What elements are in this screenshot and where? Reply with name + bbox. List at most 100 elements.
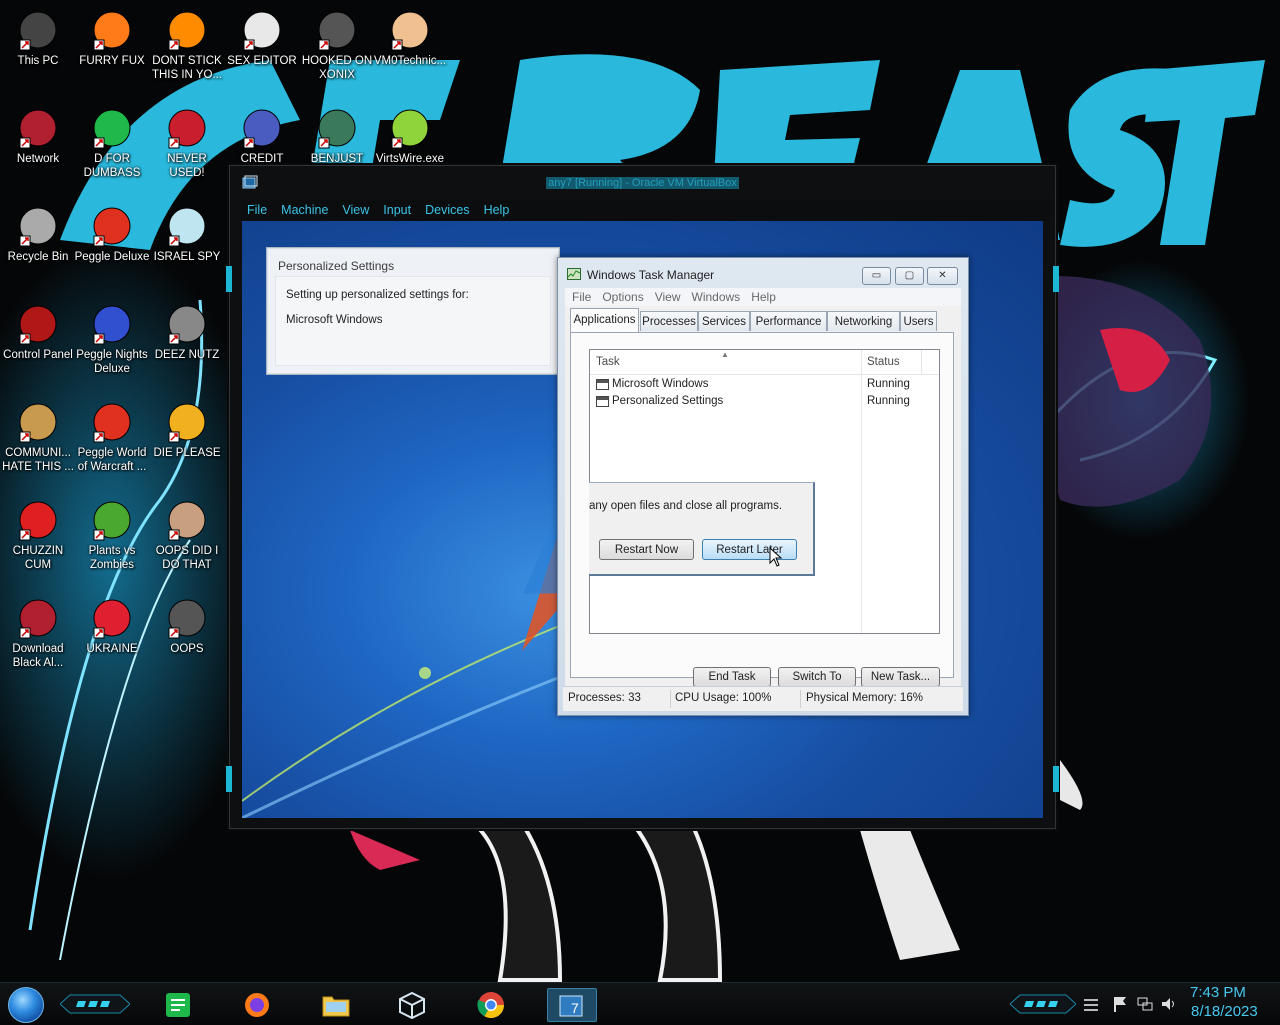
- menu-machine[interactable]: Machine: [281, 203, 328, 217]
- menu-view[interactable]: View: [655, 290, 681, 304]
- end-task-button[interactable]: End Task: [693, 667, 771, 687]
- menu-input[interactable]: Input: [383, 203, 411, 217]
- desktop-icon[interactable]: DEEZ NUTZ: [149, 302, 225, 362]
- switch-to-button[interactable]: Switch To: [778, 667, 856, 687]
- desktop-icon[interactable]: DONT STICK THIS IN YO...: [149, 8, 225, 82]
- desktop-icon[interactable]: OOPS: [149, 596, 225, 656]
- doctor-icon: [388, 8, 432, 52]
- desktop-icon-label: Control Panel: [3, 349, 73, 361]
- menu-devices[interactable]: Devices: [425, 203, 469, 217]
- desktop-icon[interactable]: FURRY FUX: [74, 8, 150, 68]
- desktop-icon-label: This PC: [17, 55, 59, 67]
- radiation-icon: [90, 596, 134, 640]
- tab-processes[interactable]: Processes: [640, 311, 698, 331]
- personalized-settings-dialog[interactable]: Personalized Settings Setting up persona…: [266, 247, 560, 375]
- document-icon: [90, 106, 134, 150]
- spy-icon: [165, 204, 209, 248]
- vlc-icon: [165, 8, 209, 52]
- de-icon: [165, 400, 209, 444]
- frame-accent: [226, 266, 232, 292]
- desktop-icon[interactable]: Download Black Al...: [0, 596, 76, 670]
- desktop-icon-label: Peggle Nights Deluxe: [76, 349, 148, 375]
- column-status[interactable]: Status: [867, 356, 900, 368]
- maximize-button[interactable]: ▢: [895, 267, 924, 285]
- desktop-icon[interactable]: OOPS DID I DO THAT: [149, 498, 225, 572]
- dialog-body: Setting up personalized settings for: Mi…: [275, 276, 551, 366]
- new-task-button[interactable]: New Task...: [861, 667, 940, 687]
- network-icon: [16, 596, 60, 640]
- column-task[interactable]: Task: [596, 356, 620, 368]
- task-row[interactable]: Microsoft Windows Running: [590, 377, 939, 394]
- plants-icon: [90, 498, 134, 542]
- clock-time[interactable]: 7:43 PM: [1190, 984, 1246, 1001]
- desktop-icon[interactable]: Plants vs Zombies: [74, 498, 150, 572]
- tab-networking[interactable]: Networking: [827, 311, 900, 331]
- desktop-icon[interactable]: CHUZZIN CUM: [0, 498, 76, 572]
- tab-performance[interactable]: Performance: [750, 311, 827, 331]
- network-icon[interactable]: [1136, 995, 1154, 1013]
- desktop-icon[interactable]: NEVER USED!: [149, 106, 225, 180]
- taskbar-decoration: [60, 994, 130, 1014]
- desktop-icon[interactable]: D FOR DUMBASS: [74, 106, 150, 180]
- desktop-icon[interactable]: HOOKED ON XONIX: [299, 8, 375, 82]
- menu-help[interactable]: Help: [751, 290, 776, 304]
- taskbar-vm-window[interactable]: 7: [547, 988, 597, 1022]
- desktop-icon-label: DEEZ NUTZ: [154, 349, 220, 361]
- desktop-icon[interactable]: VM0Technic...: [372, 8, 448, 68]
- desktop-icon-label: Recycle Bin: [7, 251, 69, 263]
- dialog-message: Setting up personalized settings for:: [286, 289, 469, 301]
- desktop-icon-label: ISRAEL SPY: [153, 251, 221, 263]
- desktop-icon[interactable]: COMMUNI... HATE THIS ...: [0, 400, 76, 474]
- taskbar-notes[interactable]: [155, 988, 201, 1022]
- menu-view[interactable]: View: [342, 203, 369, 217]
- desktop-icon[interactable]: UKRAINE: [74, 596, 150, 656]
- list-header: ▲ Task Status: [590, 350, 939, 375]
- desktop-icon-label: VM0Technic...: [373, 55, 447, 67]
- taskbar-virtualbox[interactable]: [389, 988, 435, 1022]
- clock-date[interactable]: 8/18/2023: [1191, 1003, 1258, 1020]
- status-divider: [800, 690, 801, 708]
- start-button[interactable]: [8, 987, 44, 1023]
- tab-services[interactable]: Services: [698, 311, 750, 331]
- desktop-icon[interactable]: SEX EDITOR: [224, 8, 300, 68]
- notes-icon: [166, 993, 190, 1017]
- portrait-icon: [165, 498, 209, 542]
- desktop-icon[interactable]: Control Panel: [0, 302, 76, 362]
- desktop-icon[interactable]: Peggle Deluxe: [74, 204, 150, 264]
- show-desktop-icon[interactable]: [1082, 995, 1100, 1013]
- flag-icon[interactable]: [1112, 995, 1128, 1013]
- taskbar-explorer[interactable]: [313, 988, 359, 1022]
- physical-memory: Physical Memory: 16%: [806, 692, 923, 704]
- menu-windows[interactable]: Windows: [692, 290, 741, 304]
- computer-icon: [16, 8, 60, 52]
- volume-icon[interactable]: [1160, 995, 1178, 1013]
- close-button[interactable]: ✕: [927, 267, 958, 285]
- desktop-icon[interactable]: ISRAEL SPY: [149, 204, 225, 264]
- shortcut-icon: [165, 596, 209, 640]
- desktop-icon[interactable]: Peggle Nights Deluxe: [74, 302, 150, 376]
- desktop-icon[interactable]: This PC: [0, 8, 76, 68]
- menu-file[interactable]: File: [247, 203, 267, 217]
- menu-help[interactable]: Help: [484, 203, 510, 217]
- taskbar-chrome[interactable]: [468, 988, 514, 1022]
- task-name: Microsoft Windows: [612, 378, 709, 390]
- task-row[interactable]: Personalized Settings Running: [590, 394, 939, 411]
- taskbar-firefox[interactable]: [234, 988, 280, 1022]
- tab-applications[interactable]: Applications: [570, 308, 639, 332]
- desktop-icon[interactable]: Network: [0, 106, 76, 166]
- desktop-icon[interactable]: Recycle Bin: [0, 204, 76, 264]
- task-manager-icon: [567, 268, 581, 280]
- titlebar[interactable]: Windows Task Manager ▭ ▢ ✕: [558, 258, 968, 288]
- menu-options[interactable]: Options: [602, 290, 643, 304]
- restart-now-button[interactable]: Restart Now: [599, 539, 694, 560]
- desktop-icon-label: FURRY FUX: [79, 55, 145, 67]
- menu-file[interactable]: File: [572, 290, 591, 304]
- tab-users[interactable]: Users: [900, 311, 937, 331]
- frame-accent: [226, 766, 232, 792]
- desktop-icon[interactable]: VirtsWire.exe: [372, 106, 448, 166]
- desktop-icon[interactable]: DIE PLEASE: [149, 400, 225, 460]
- desktop-icon[interactable]: Peggle World of Warcraft ...: [74, 400, 150, 474]
- minimize-button[interactable]: ▭: [862, 267, 891, 285]
- desktop-icon-label: Network: [16, 153, 60, 165]
- desktop-icon-label: Peggle World of Warcraft ...: [77, 447, 147, 473]
